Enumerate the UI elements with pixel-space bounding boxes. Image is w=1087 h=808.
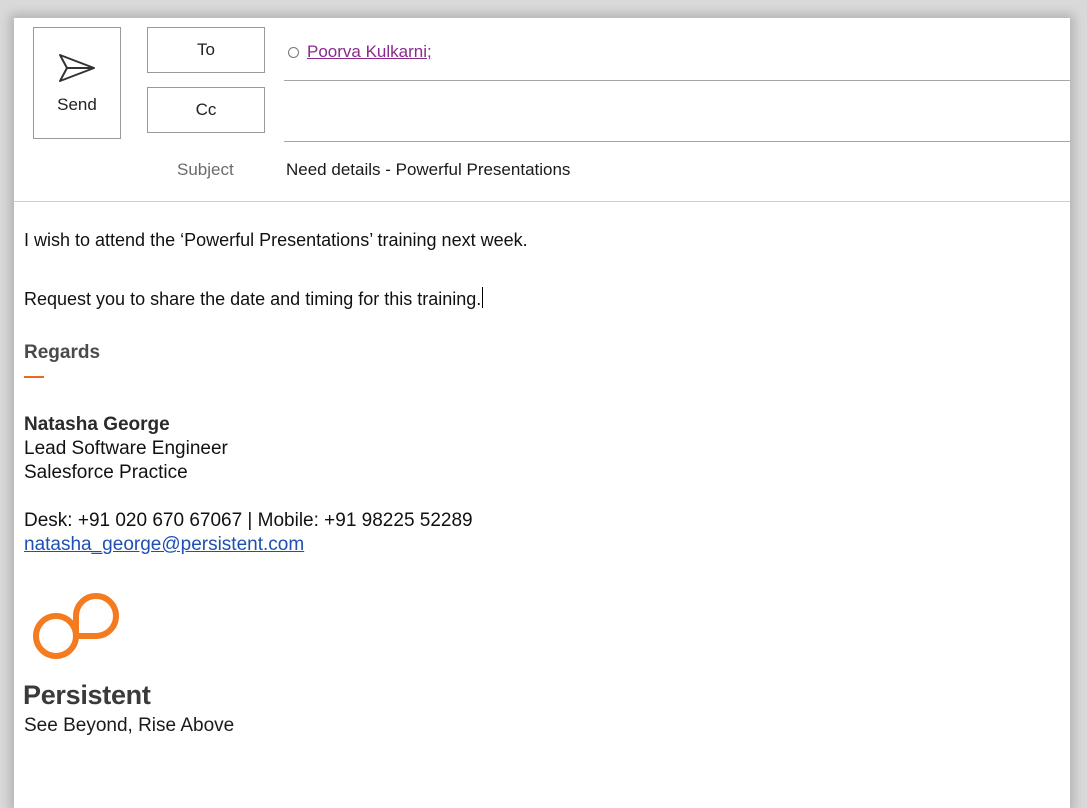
signature-name: Natasha George	[24, 414, 170, 435]
subject-label: Subject	[177, 160, 234, 179]
text-cursor	[482, 287, 484, 308]
recipient-name[interactable]: Poorva Kulkarni;	[307, 42, 432, 62]
company-tagline: See Beyond, Rise Above	[24, 715, 235, 736]
persistent-logo	[24, 586, 144, 678]
recipient-chip[interactable]: Poorva Kulkarni;	[288, 42, 432, 62]
signature-phones: Desk: +91 020 670 67067 | Mobile: +91 98…	[24, 510, 473, 531]
signature-title: Lead Software Engineer	[24, 438, 228, 459]
to-button[interactable]: To	[147, 27, 265, 73]
cc-button-label: Cc	[195, 100, 217, 119]
body-line-2: Request you to share the date and timing…	[24, 287, 484, 310]
signature-block: Natasha George Lead Software Engineer Sa…	[24, 413, 228, 485]
header-separator	[14, 201, 1070, 202]
to-field[interactable]: Poorva Kulkarni;	[284, 34, 1070, 81]
persistent-logo-mark	[33, 593, 119, 660]
accent-divider	[24, 376, 44, 378]
to-button-label: To	[197, 40, 215, 59]
signature-email-link[interactable]: natasha_george@persistent.com	[24, 534, 304, 555]
signature-department: Salesforce Practice	[24, 462, 188, 483]
signature-contact: Desk: +91 020 670 67067 | Mobile: +91 98…	[24, 509, 473, 557]
send-button[interactable]: Send	[33, 27, 121, 139]
presence-icon	[288, 46, 299, 58]
cc-field[interactable]	[284, 95, 1070, 142]
send-button-label: Send	[57, 95, 97, 114]
subject-input[interactable]: Need details - Powerful Presentations	[286, 160, 570, 180]
company-wordmark: Persistent	[23, 680, 151, 710]
body-line-1: I wish to attend the ‘Powerful Presentat…	[24, 230, 528, 250]
body-line-2-text: Request you to share the date and timing…	[24, 289, 482, 309]
send-icon	[59, 54, 95, 82]
cc-button[interactable]: Cc	[147, 87, 265, 133]
signature-regards: Regards	[24, 342, 101, 363]
email-compose-window: Send To Cc Poorva Kulkarni; Subject Need…	[14, 18, 1070, 808]
